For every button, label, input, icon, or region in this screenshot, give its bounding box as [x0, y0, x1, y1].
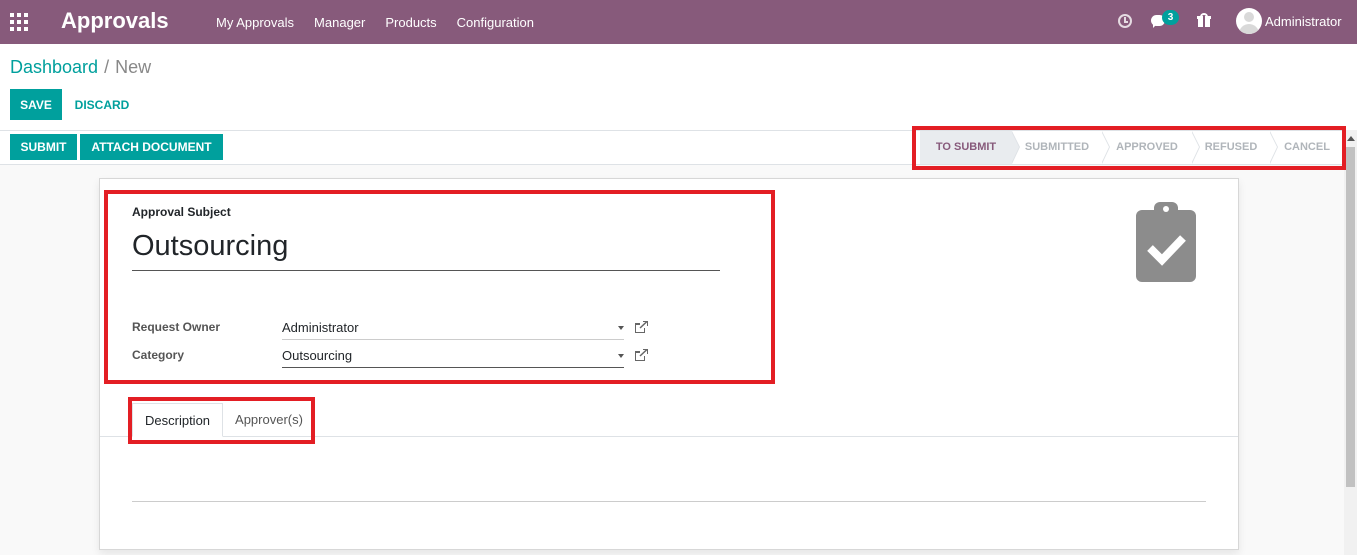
- breadcrumb-dashboard-link[interactable]: Dashboard: [10, 57, 98, 77]
- chevron-down-icon[interactable]: [618, 354, 624, 358]
- notebook-tabs: Description Approver(s): [132, 403, 315, 437]
- tab-approvers[interactable]: Approver(s): [223, 403, 315, 437]
- chevron-down-icon[interactable]: [618, 326, 624, 330]
- external-link-icon[interactable]: [635, 321, 648, 333]
- breadcrumb: Dashboard / New: [10, 57, 151, 78]
- stage-refused[interactable]: REFUSED: [1192, 131, 1278, 164]
- stage-pipeline: TO SUBMIT SUBMITTED APPROVED REFUSED CAN…: [920, 131, 1344, 164]
- approval-subject-label: Approval Subject: [132, 205, 231, 219]
- stage-to-submit[interactable]: TO SUBMIT: [920, 131, 1020, 164]
- request-owner-field[interactable]: Administrator: [282, 318, 624, 340]
- request-owner-label: Request Owner: [132, 320, 221, 334]
- avatar[interactable]: [1236, 8, 1262, 34]
- category-field[interactable]: Outsourcing: [282, 346, 624, 368]
- clipboard-check-icon: [1136, 202, 1196, 282]
- breadcrumb-separator: /: [104, 57, 110, 77]
- menu-item-manager[interactable]: Manager: [304, 15, 375, 30]
- chat-count-badge: 3: [1162, 10, 1179, 25]
- breadcrumb-current: New: [115, 57, 152, 77]
- main-menu: My Approvals Manager Products Configurat…: [206, 0, 544, 44]
- scroll-up-arrow-icon[interactable]: [1347, 136, 1355, 141]
- tab-description[interactable]: Description: [132, 403, 224, 437]
- clock-icon[interactable]: [1118, 14, 1132, 28]
- external-link-icon[interactable]: [635, 349, 648, 361]
- menu-item-configuration[interactable]: Configuration: [447, 15, 544, 30]
- scrollbar-thumb[interactable]: [1346, 147, 1355, 487]
- attach-document-button[interactable]: ATTACH DOCUMENT: [80, 134, 223, 160]
- stage-submitted[interactable]: SUBMITTED: [1012, 131, 1110, 164]
- category-value: Outsourcing: [282, 348, 353, 363]
- menu-item-my-approvals[interactable]: My Approvals: [206, 15, 304, 30]
- apps-grid-icon[interactable]: [10, 13, 28, 31]
- gift-icon[interactable]: [1197, 13, 1211, 27]
- request-owner-value: Administrator: [282, 320, 359, 335]
- submit-button[interactable]: SUBMIT: [10, 134, 77, 160]
- discard-button[interactable]: DISCARD: [66, 89, 138, 120]
- scrollbar[interactable]: [1344, 130, 1357, 555]
- description-editor[interactable]: [132, 501, 1206, 502]
- stage-approved[interactable]: APPROVED: [1102, 131, 1200, 164]
- approval-subject-input[interactable]: Outsourcing: [132, 228, 720, 271]
- stage-cancel[interactable]: CANCEL: [1270, 131, 1344, 164]
- menu-item-products[interactable]: Products: [375, 15, 446, 30]
- category-label: Category: [132, 348, 185, 362]
- user-menu-name[interactable]: Administrator: [1265, 14, 1342, 29]
- app-title[interactable]: Approvals: [61, 8, 169, 34]
- save-button[interactable]: SAVE: [10, 89, 62, 120]
